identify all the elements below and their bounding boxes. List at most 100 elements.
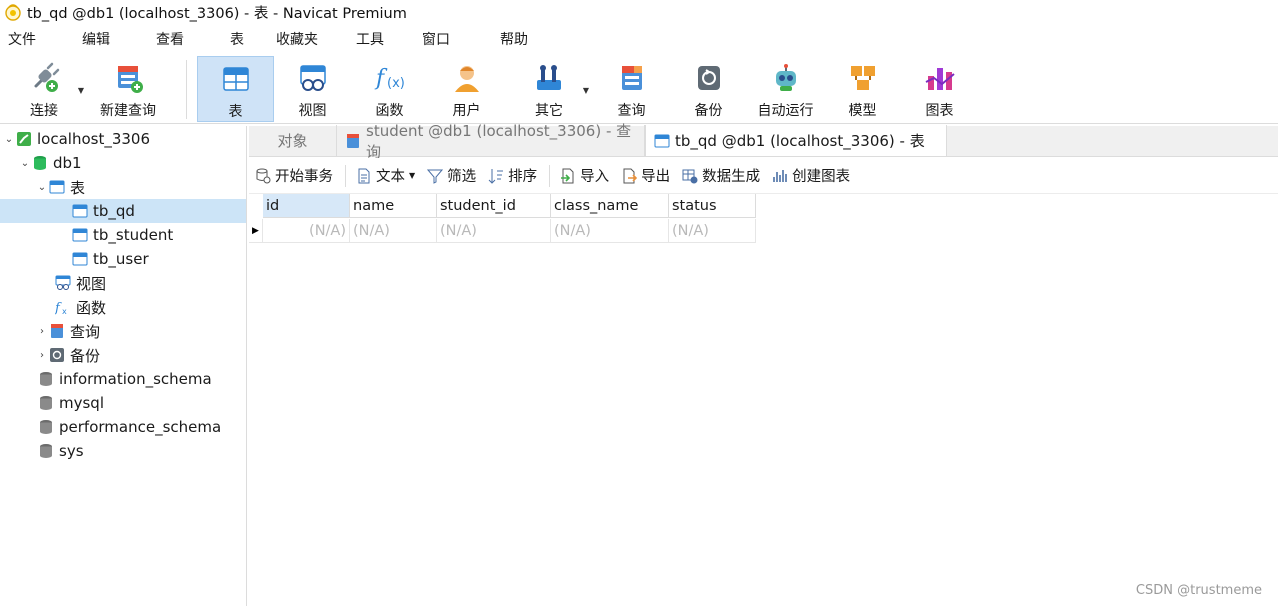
function-button[interactable]: f (x) 函数 xyxy=(351,56,428,122)
tree-queries-group[interactable]: › 查询 xyxy=(0,319,246,343)
new-query-label: 新建查询 xyxy=(100,103,156,119)
import-button[interactable]: 导入 xyxy=(560,165,609,186)
toolbar-divider xyxy=(549,164,551,187)
menu-view[interactable]: 查看 xyxy=(148,26,192,54)
other-button[interactable]: 其它 ▼ xyxy=(505,56,593,122)
user-button[interactable]: 用户 xyxy=(428,56,505,122)
connect-button[interactable]: 连接 ▼ xyxy=(0,56,88,122)
chevron-right-icon[interactable]: › xyxy=(35,350,49,361)
tree-tables-group[interactable]: ⌄ 表 xyxy=(0,175,246,199)
tools-icon xyxy=(537,65,561,90)
chevron-down-icon[interactable]: ▼ xyxy=(409,171,415,180)
database-icon xyxy=(32,155,48,171)
menu-help[interactable]: 帮助 xyxy=(492,26,536,54)
menu-file[interactable]: 文件 xyxy=(0,26,44,54)
column-header-class-name[interactable]: class_name xyxy=(551,194,669,218)
tab-tb-qd-table[interactable]: tb_qd @db1 (localhost_3306) - 表 xyxy=(645,125,947,156)
column-header-status[interactable]: status xyxy=(669,194,756,218)
tree-database-label: performance_schema xyxy=(59,418,222,436)
row-indicator-arrow-icon[interactable]: ▶ xyxy=(249,219,263,243)
chevron-down-icon[interactable]: ⌄ xyxy=(18,158,32,169)
sort-icon xyxy=(488,168,504,184)
cell-status[interactable]: (N/A) xyxy=(669,219,756,243)
filter-label: 筛选 xyxy=(447,169,477,185)
chart-icon xyxy=(925,68,955,90)
robot-icon xyxy=(775,64,796,91)
tab-objects[interactable]: 对象 xyxy=(249,125,337,156)
query-button[interactable]: 查询 xyxy=(593,56,670,122)
export-icon xyxy=(621,168,638,184)
cell-id[interactable]: (N/A) xyxy=(263,219,350,243)
view-button[interactable]: 视图 xyxy=(274,56,351,122)
tab-student-query[interactable]: student @db1 (localhost_3306) - 查询 xyxy=(337,122,645,161)
query-icon xyxy=(345,133,361,149)
watermark: CSDN @trustmeme xyxy=(1135,583,1262,598)
database-icon xyxy=(38,419,54,435)
table-label: 表 xyxy=(228,104,243,120)
column-header-id[interactable]: id xyxy=(263,194,350,218)
cell-name[interactable]: (N/A) xyxy=(350,219,437,243)
query-icon xyxy=(621,66,642,90)
tree-database-information-schema[interactable]: information_schema xyxy=(0,367,246,391)
view-label: 视图 xyxy=(298,103,327,119)
create-chart-button[interactable]: 创建图表 xyxy=(772,165,850,186)
tree-database-db1[interactable]: ⌄ db1 xyxy=(0,151,246,175)
tree-database-mysql[interactable]: mysql xyxy=(0,391,246,415)
chevron-down-icon[interactable]: ⌄ xyxy=(35,182,49,193)
chevron-down-icon[interactable]: ▼ xyxy=(583,86,589,95)
chevron-down-icon[interactable]: ⌄ xyxy=(2,134,16,145)
menu-table[interactable]: 表 xyxy=(222,26,252,54)
query-label: 查询 xyxy=(617,103,646,119)
chevron-right-icon[interactable]: › xyxy=(35,326,49,337)
tree-connection-label: localhost_3306 xyxy=(37,130,151,148)
sort-button[interactable]: 排序 xyxy=(488,165,537,186)
data-toolbar: 开始事务 文本 ▼ 筛选 排序 导入 导出 数据生成 创建图表 xyxy=(249,158,1278,194)
tree-backups-label: 备份 xyxy=(70,346,101,365)
table-row[interactable]: (N/A) (N/A) (N/A) (N/A) (N/A) xyxy=(263,219,756,243)
tree-functions-group[interactable]: fx 函数 xyxy=(0,295,246,319)
tree-table-label: tb_qd xyxy=(93,202,135,220)
automation-label: 自动运行 xyxy=(757,103,814,119)
tree-table-tb-student[interactable]: tb_student xyxy=(0,223,246,247)
tree-functions-label: 函数 xyxy=(76,298,107,317)
svg-text:(x): (x) xyxy=(387,76,405,91)
model-button[interactable]: 模型 xyxy=(824,56,901,122)
chart-button[interactable]: 图表 xyxy=(901,56,978,122)
text-button[interactable]: 文本 ▼ xyxy=(356,165,415,186)
other-label: 其它 xyxy=(535,103,563,119)
tree-database-sys[interactable]: sys xyxy=(0,439,246,463)
filter-icon xyxy=(427,168,444,184)
menu-window[interactable]: 窗口 xyxy=(414,26,458,54)
tree-connection[interactable]: ⌄ localhost_3306 xyxy=(0,127,246,151)
export-button[interactable]: 导出 xyxy=(621,165,670,186)
cell-student-id[interactable]: (N/A) xyxy=(437,219,551,243)
new-query-button[interactable]: 新建查询 xyxy=(88,56,168,122)
column-header-name[interactable]: name xyxy=(350,194,437,218)
tree-table-tb-user[interactable]: tb_user xyxy=(0,247,246,271)
data-generation-button[interactable]: 数据生成 xyxy=(682,165,760,186)
table-icon xyxy=(72,251,88,267)
automation-button[interactable]: 自动运行 xyxy=(747,56,824,122)
chevron-down-icon[interactable]: ▼ xyxy=(78,86,84,95)
column-header-student-id[interactable]: student_id xyxy=(437,194,551,218)
backup-button[interactable]: 备份 xyxy=(670,56,747,122)
text-label: 文本 xyxy=(376,169,405,185)
cell-class-name[interactable]: (N/A) xyxy=(551,219,669,243)
table-icon xyxy=(49,179,65,195)
table-button[interactable]: 表 xyxy=(197,56,274,122)
svg-text:f: f xyxy=(55,301,62,315)
menu-tools[interactable]: 工具 xyxy=(348,26,392,54)
menu-favorites[interactable]: 收藏夹 xyxy=(268,26,326,54)
begin-transaction-button[interactable]: 开始事务 xyxy=(255,165,333,186)
tree-table-tb-qd[interactable]: tb_qd xyxy=(0,199,246,223)
tree-database-label: sys xyxy=(59,442,84,460)
query-icon xyxy=(49,323,65,339)
toolbar-divider xyxy=(186,60,187,119)
database-icon xyxy=(38,395,54,411)
tree-views-group[interactable]: 视图 xyxy=(0,271,246,295)
tree-database-performance-schema[interactable]: performance_schema xyxy=(0,415,246,439)
window-title: tb_qd @db1 (localhost_3306) - 表 - Navica… xyxy=(27,5,407,22)
tree-backups-group[interactable]: › 备份 xyxy=(0,343,246,367)
filter-button[interactable]: 筛选 xyxy=(427,165,476,186)
menu-edit[interactable]: 编辑 xyxy=(74,26,118,54)
